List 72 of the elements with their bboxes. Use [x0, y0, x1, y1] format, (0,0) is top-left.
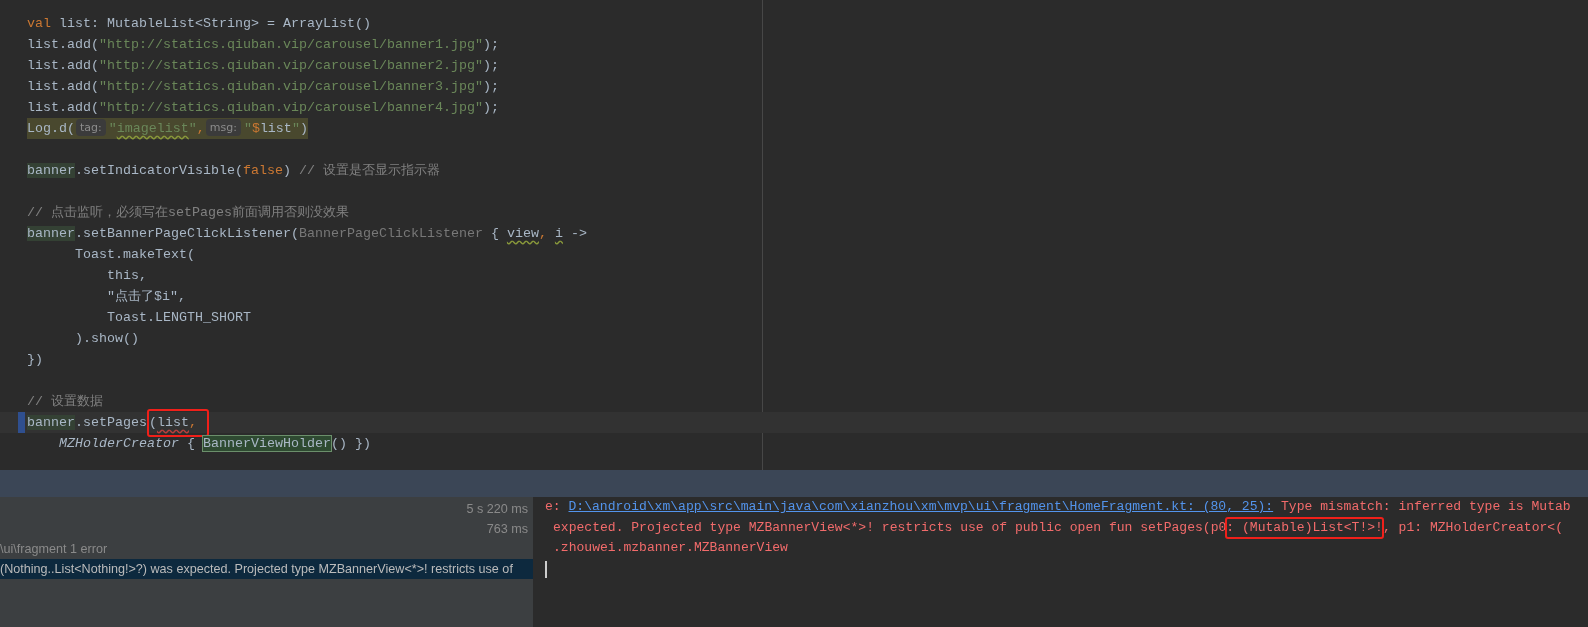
- code-text: .setPages: [75, 415, 147, 430]
- code-comment: // 设置数据: [27, 394, 103, 409]
- class-name: MZHolderCreator: [58, 436, 179, 451]
- code-text: list: MutableList<String> = ArrayList(): [58, 16, 371, 31]
- code-text: ).show(): [74, 331, 139, 346]
- code-text: );: [482, 37, 499, 52]
- code-text: banner: [27, 226, 75, 241]
- error-text: , p1: MZHolderCreator<(: [1382, 518, 1563, 537]
- code-text: Log.d(: [27, 121, 75, 136]
- code-text: this,: [105, 268, 147, 283]
- keyword: false: [242, 163, 283, 178]
- code-text: {: [489, 226, 500, 241]
- code-text: );: [482, 79, 499, 94]
- code-text: (: [149, 415, 157, 430]
- string-literal: ": [108, 121, 117, 136]
- code-text: banner: [27, 415, 75, 430]
- code-text: ): [282, 163, 291, 178]
- keyword: ,: [196, 121, 205, 136]
- code-text: list: [157, 415, 189, 430]
- string-literal: "http://statics.qiuban.vip/carousel/banner1.jpg": [99, 37, 483, 52]
- code-text: );: [482, 58, 499, 73]
- keyword: val: [27, 16, 51, 31]
- code-text: banner: [27, 163, 75, 178]
- duration-text: 763 ms: [486, 521, 528, 538]
- code-text: list.add(: [27, 58, 99, 73]
- tree-row[interactable]: 763 ms: [0, 519, 533, 539]
- code-text: .setIndicatorVisible(: [75, 163, 243, 178]
- code-text: list.add(: [27, 37, 99, 52]
- code-text: }): [27, 352, 43, 367]
- code-text: list.add(: [27, 79, 99, 94]
- code-text: BannerViewHolder: [202, 436, 331, 451]
- string-literal: ": [243, 121, 252, 136]
- code-text: Toast.LENGTH_SHORT: [105, 310, 251, 325]
- string-literal: "http://statics.qiuban.vip/carousel/banner3.jpg": [99, 79, 483, 94]
- annotated-error-text: : (Mutable)List<T!>!: [1226, 517, 1383, 538]
- code-text: );: [482, 100, 499, 115]
- tree-label: (Nothing..List<Nothing!>?) was expected. Projected type MZBannerView<*>! restricts use of: [0, 561, 513, 578]
- text-cursor: [545, 560, 547, 578]
- code-text: view: [506, 226, 539, 241]
- error-text: Type mismatch: inferred type is Mutab: [1280, 498, 1571, 516]
- keyword: $: [251, 121, 260, 136]
- code-text: BannerPageClickListener: [298, 226, 483, 241]
- tree-row[interactable]: (Nothing..List<Nothing!>?) was expected. Projected type MZBannerView<*>! restricts use of: [0, 559, 533, 579]
- code-text: ->: [569, 226, 587, 241]
- code-text: list: [259, 121, 292, 136]
- code-text: Toast.makeText(: [74, 247, 195, 262]
- string-literal: "http://statics.qiuban.vip/carousel/banner2.jpg": [99, 58, 483, 73]
- code-text: "点击了$i",: [105, 289, 186, 304]
- string-literal: ": [188, 121, 197, 136]
- code-text: {: [185, 436, 196, 451]
- code-text: ): [299, 121, 308, 136]
- string-literal: ": [291, 121, 300, 136]
- error-text: e:: [545, 498, 562, 516]
- code-text: list.add(: [27, 100, 99, 115]
- code-comment: // 点击监听，必须写在setPages前面调用否则没效果: [27, 205, 349, 220]
- error-text: .zhouwei.mzbanner.MZBannerView: [553, 539, 788, 557]
- keyword: ,: [538, 226, 548, 241]
- code-comment: // 设置是否显示指示器: [297, 163, 440, 178]
- code-text: i: [554, 226, 563, 241]
- tree-row[interactable]: \ui\fragment 1 error: [0, 539, 533, 559]
- tree-row[interactable]: 5 s 220 ms: [0, 499, 533, 519]
- duration-text: 5 s 220 ms: [466, 501, 528, 518]
- parameter-hint: msg:: [205, 119, 241, 136]
- string-literal: "http://statics.qiuban.vip/carousel/banner4.jpg": [99, 100, 483, 115]
- string-literal: imagelist: [116, 121, 189, 136]
- code-text: .setBannerPageClickListener(: [75, 226, 299, 241]
- file-link[interactable]: D:\android\xm\app\src\main\java\com\xianzhou\xm\mvp\ui\fragment\HomeFragment.kt: (80, 25):: [568, 497, 1274, 518]
- error-text: expected. Projected type MZBannerView<*>! restricts use of public open fun setPages(p0: [553, 518, 1227, 537]
- tree-label: \ui\fragment 1 error: [0, 541, 108, 558]
- keyword: ,: [189, 415, 197, 430]
- parameter-hint: tag:: [76, 119, 106, 136]
- code-text: () }): [330, 436, 371, 451]
